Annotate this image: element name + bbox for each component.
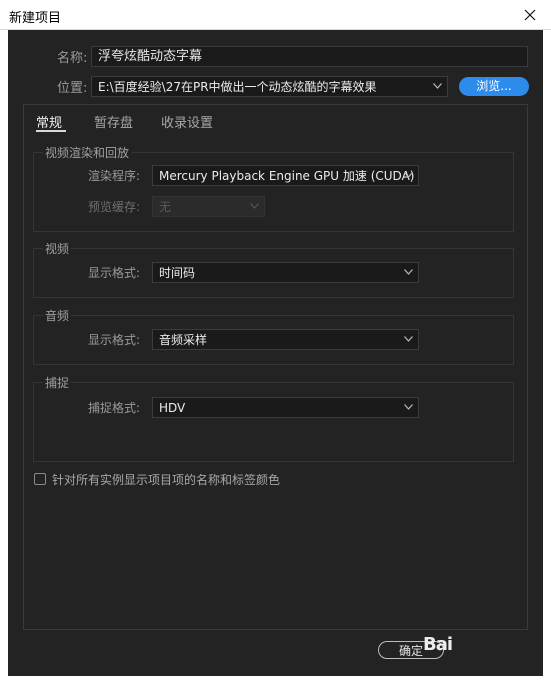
location-select[interactable]: E:\百度经验\27在PR中做出一个动态炫酷的字幕效果 [91,76,448,97]
chevron-down-icon [404,404,413,410]
video-rendering-title: 视频渲染和回放 [43,144,132,161]
active-tab-indicator [36,130,66,132]
audio-group-title: 音频 [43,307,72,324]
chevron-down-icon [404,172,413,178]
chevron-down-icon [250,203,259,209]
audio-format-label: 显示格式: [88,333,141,347]
chevron-down-icon [433,83,442,89]
video-format-value: 时间码 [159,266,196,280]
video-group-title: 视频 [43,240,72,257]
capture-group [33,382,514,462]
location-label: 位置: [57,81,88,96]
watermark-logo: Bai [423,634,453,655]
show-item-names-label: 针对所有实例显示项目项的名称和标签颜色 [52,473,281,487]
show-item-names-checkbox[interactable] [34,473,46,485]
close-button[interactable] [515,2,545,28]
audio-format-select[interactable]: 音频采样 [152,329,419,350]
location-value: E:\百度经验\27在PR中做出一个动态炫酷的字幕效果 [98,80,377,94]
renderer-value: Mercury Playback Engine GPU 加速 (CUDA) [159,169,415,183]
capture-group-title: 捕捉 [43,374,72,391]
capture-format-value: HDV [159,401,186,415]
tab-ingest-settings[interactable]: 收录设置 [161,112,213,131]
browse-button[interactable]: 浏览... [459,77,529,96]
name-label: 名称: [57,51,88,66]
video-rendering-group [33,152,514,232]
title-bar: 新建项目 [0,0,551,30]
tab-scratch-disks[interactable]: 暂存盘 [94,112,133,131]
capture-format-label: 捕捉格式: [88,401,141,415]
preview-cache-value: 无 [159,200,172,214]
chevron-down-icon [404,336,413,342]
project-name-input[interactable]: 浮夸炫酷动态字幕 [91,46,528,67]
new-project-dialog: 名称: 浮夸炫酷动态字幕 位置: E:\百度经验\27在PR中做出一个动态炫酷的… [8,30,543,676]
audio-format-value: 音频采样 [159,333,208,347]
preview-cache-label: 预览缓存: [88,200,141,214]
chevron-down-icon [404,269,413,275]
preview-cache-select[interactable]: 无 [152,196,265,217]
video-format-label: 显示格式: [88,266,141,280]
close-icon [524,9,536,21]
renderer-select[interactable]: Mercury Playback Engine GPU 加速 (CUDA) [152,165,419,186]
video-format-select[interactable]: 时间码 [152,262,419,283]
window-title: 新建项目 [9,11,62,26]
capture-format-select[interactable]: HDV [152,397,419,418]
tab-general[interactable]: 常规 [36,112,62,131]
renderer-label: 渲染程序: [88,169,141,183]
